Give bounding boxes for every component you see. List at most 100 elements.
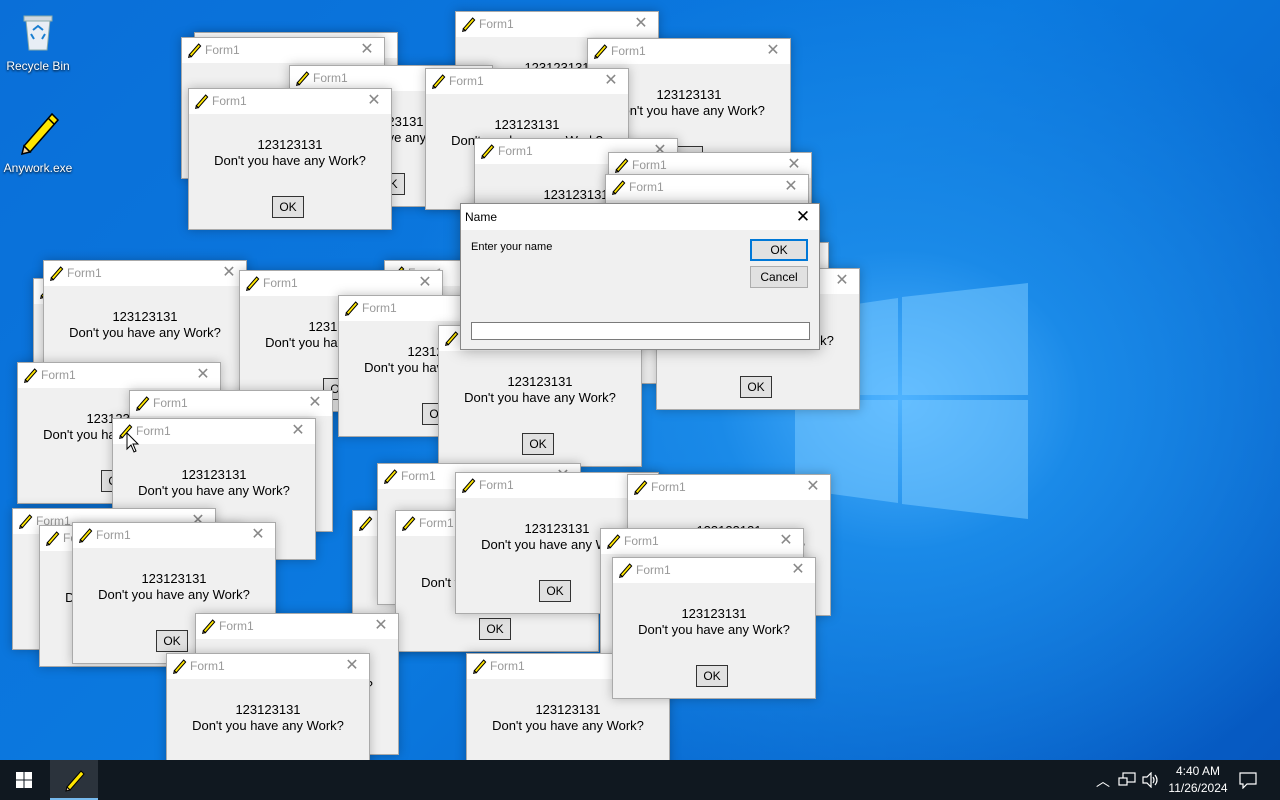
- form-window-title: Form1: [479, 17, 514, 31]
- form-window-titlebar[interactable]: Form1✕: [613, 558, 815, 583]
- clock[interactable]: 4:40 AM 11/26/2024: [1162, 763, 1234, 797]
- mouse-cursor-icon: [126, 432, 140, 453]
- close-icon[interactable]: ✕: [624, 12, 658, 37]
- notification-icon[interactable]: [1239, 771, 1257, 789]
- close-icon[interactable]: ✕: [281, 419, 315, 444]
- form-window-title: Form1: [490, 659, 525, 673]
- close-icon[interactable]: ✕: [186, 363, 220, 388]
- form-window-titlebar[interactable]: Form1✕: [130, 391, 332, 416]
- form-window: Form1 ✕ 123123131Don't you have any Work? O…: [188, 88, 392, 230]
- form-window-titlebar[interactable]: Form1 ✕: [601, 529, 803, 554]
- chevron-up-icon[interactable]: ︿: [1096, 771, 1110, 791]
- pencil-folder-icon: [172, 659, 187, 674]
- pencil-folder-icon: [45, 531, 60, 546]
- name-dialog-ok-button[interactable]: OK: [750, 239, 808, 261]
- close-icon[interactable]: ✕: [298, 391, 332, 416]
- pencil-folder-icon: [65, 770, 85, 792]
- form-window-title: Form1: [190, 659, 225, 673]
- pencil-folder-icon: [20, 112, 60, 156]
- form-window: Form1 ✕ 123123131Don't you have any Work? O…: [612, 557, 816, 699]
- form-window-titlebar[interactable]: Form1 ✕: [606, 175, 808, 200]
- form-window-message-line1: 123123131: [507, 374, 573, 389]
- form-window-titlebar[interactable]: Form1 ✕: [182, 38, 384, 63]
- close-icon[interactable]: ✕: [364, 614, 398, 639]
- close-icon[interactable]: ✕: [241, 523, 275, 548]
- name-dialog-titlebar[interactable]: Name ✕: [461, 204, 819, 230]
- form-window-titlebar[interactable]: Form1 ✕: [628, 475, 830, 500]
- form-window-title: Form1: [205, 43, 240, 57]
- close-icon[interactable]: ✕: [825, 269, 859, 294]
- pencil-folder-icon: [401, 516, 416, 531]
- form-window-titlebar[interactable]: Form1✕: [588, 39, 790, 64]
- form-window-title: Form1: [96, 528, 131, 542]
- close-icon[interactable]: ✕: [594, 69, 628, 94]
- form-window-ok-button[interactable]: OK: [696, 665, 728, 687]
- form-window-ok-button[interactable]: OK: [272, 196, 304, 218]
- close-icon[interactable]: ✕: [781, 558, 815, 583]
- pencil-folder-icon: [344, 301, 359, 316]
- pencil-folder-icon: [49, 266, 64, 281]
- name-dialog-cancel-button[interactable]: Cancel: [750, 266, 808, 288]
- form-window-message-line1: 123123131: [535, 702, 601, 717]
- form-window-titlebar[interactable]: Form1 ✕: [426, 69, 628, 94]
- form-window-title: Form1: [624, 534, 659, 548]
- close-icon[interactable]: ✕: [756, 39, 790, 64]
- form-window-message-line2: Don't you have any Work?: [464, 390, 616, 405]
- network-icon[interactable]: [1118, 772, 1136, 788]
- form-window-title: Form1: [136, 424, 171, 438]
- form-window-titlebar[interactable]: Form1✕: [196, 614, 398, 639]
- form-window-message-line2: Don't you have any Work?: [214, 153, 366, 168]
- volume-icon[interactable]: [1142, 772, 1160, 788]
- pencil-folder-icon: [633, 480, 648, 495]
- form-window-message-line1: 123123131: [494, 117, 560, 132]
- form-window-ok-button[interactable]: OK: [479, 618, 511, 640]
- form-window-title: Form1: [263, 276, 298, 290]
- close-icon[interactable]: ✕: [335, 654, 369, 679]
- desktop-icon-recycle-bin[interactable]: Recycle Bin: [0, 6, 76, 73]
- pencil-folder-icon: [606, 534, 621, 549]
- form-window-titlebar[interactable]: Form1 ✕: [240, 271, 442, 296]
- desktop-icon-anywork[interactable]: Anywork.exe: [0, 108, 76, 175]
- close-icon[interactable]: ✕: [796, 475, 830, 500]
- form-window-title: Form1: [632, 158, 667, 172]
- pencil-folder-icon: [618, 563, 633, 578]
- form-window-ok-button[interactable]: OK: [522, 433, 554, 455]
- form-window-message-line2: Don't you have any Work?: [98, 587, 250, 602]
- form-window-titlebar[interactable]: Form1 ✕: [113, 419, 315, 444]
- close-icon[interactable]: ✕: [769, 529, 803, 554]
- close-icon[interactable]: ✕: [408, 271, 442, 296]
- windows-start-icon: [16, 772, 32, 788]
- form-window-titlebar[interactable]: Form1 ✕: [167, 654, 369, 679]
- form-window-message-line2: Don't you have any Work?: [69, 325, 221, 340]
- form-window-titlebar[interactable]: Form1✕: [189, 89, 391, 114]
- pencil-folder-icon: [614, 158, 629, 173]
- form-window-title: Form1: [313, 71, 348, 85]
- taskbar-app-anywork[interactable]: [50, 760, 98, 800]
- form-window-titlebar[interactable]: Form1✕: [18, 363, 220, 388]
- close-icon[interactable]: ✕: [774, 175, 808, 200]
- form-window-ok-button[interactable]: OK: [740, 376, 772, 398]
- form-window-ok-button[interactable]: OK: [156, 630, 188, 652]
- form-window-title: Form1: [67, 266, 102, 280]
- form-window-title: Form1: [498, 144, 533, 158]
- form-window-titlebar[interactable]: Form1 ✕: [73, 523, 275, 548]
- form-window-titlebar[interactable]: Form1✕: [44, 261, 246, 286]
- close-icon[interactable]: ✕: [357, 89, 391, 114]
- name-input[interactable]: [471, 322, 810, 340]
- form-window-title: Form1: [651, 480, 686, 494]
- form-window-ok-button[interactable]: OK: [539, 580, 571, 602]
- pencil-folder-icon: [431, 74, 446, 89]
- pencil-folder-icon: [18, 514, 33, 529]
- start-button[interactable]: [0, 760, 48, 800]
- form-window-title: Form1: [449, 74, 484, 88]
- form-window-message-line2: Don't you have any Work?: [492, 718, 644, 733]
- form-window-title: Form1: [629, 180, 664, 194]
- recycle-bin-icon: [23, 15, 53, 51]
- clock-time: 4:40 AM: [1175, 764, 1221, 778]
- form-window-message-line2: Don't you have any Work?: [638, 622, 790, 637]
- pencil-folder-icon: [444, 331, 459, 346]
- form-window-titlebar[interactable]: Form1 ✕: [456, 12, 658, 37]
- close-icon[interactable]: ✕: [350, 38, 384, 63]
- form-window-title: Form1: [401, 469, 436, 483]
- close-icon[interactable]: ✕: [787, 204, 819, 230]
